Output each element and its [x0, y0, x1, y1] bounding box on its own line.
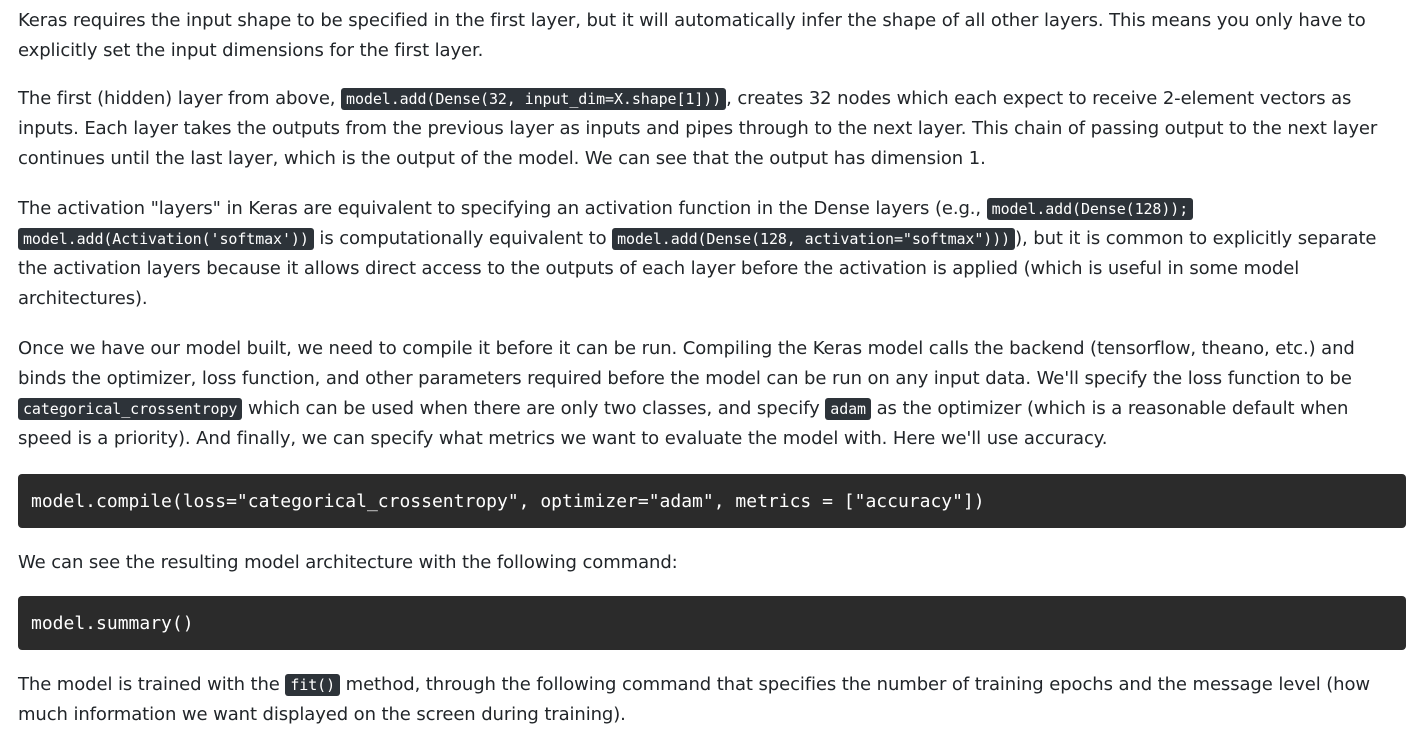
paragraph-first-layer: The first (hidden) layer from above, mod…	[18, 84, 1406, 174]
paragraph-text: The activation "layers" in Keras are equ…	[18, 198, 987, 219]
paragraph-text: The first (hidden) layer from above,	[18, 88, 342, 109]
inline-code-fit: fit()	[285, 674, 341, 696]
inline-code-dense-softmax: model.add(Dense(128, activation="softmax…	[612, 228, 1016, 250]
inline-code-dense-32: model.add(Dense(32, input_dim=X.shape[1]…	[341, 88, 727, 110]
paragraph-summary-intro: We can see the resulting model architect…	[18, 552, 678, 573]
paragraph-fit-method: The model is trained with the fit() meth…	[18, 670, 1406, 730]
inline-code-loss-function: categorical_crossentropy	[18, 398, 243, 420]
code-block-compile[interactable]: model.compile(loss="categorical_crossent…	[18, 474, 1406, 528]
paragraph-text: The model is trained with the	[18, 674, 286, 695]
paragraph-input-shape: Keras requires the input shape to be spe…	[18, 10, 1366, 61]
paragraph-text: Once we have our model built, we need to…	[18, 338, 1355, 389]
paragraph-text: is computationally equivalent to	[313, 228, 613, 249]
paragraph-compile-model: Once we have our model built, we need to…	[18, 334, 1406, 454]
article-body: Keras requires the input shape to be spe…	[18, 0, 1406, 730]
code-block-summary[interactable]: model.summary()	[18, 596, 1406, 650]
inline-code-optimizer: adam	[825, 398, 871, 420]
paragraph-text: which can be used when there are only tw…	[242, 398, 826, 419]
paragraph-activation-layers: The activation "layers" in Keras are equ…	[18, 194, 1406, 314]
